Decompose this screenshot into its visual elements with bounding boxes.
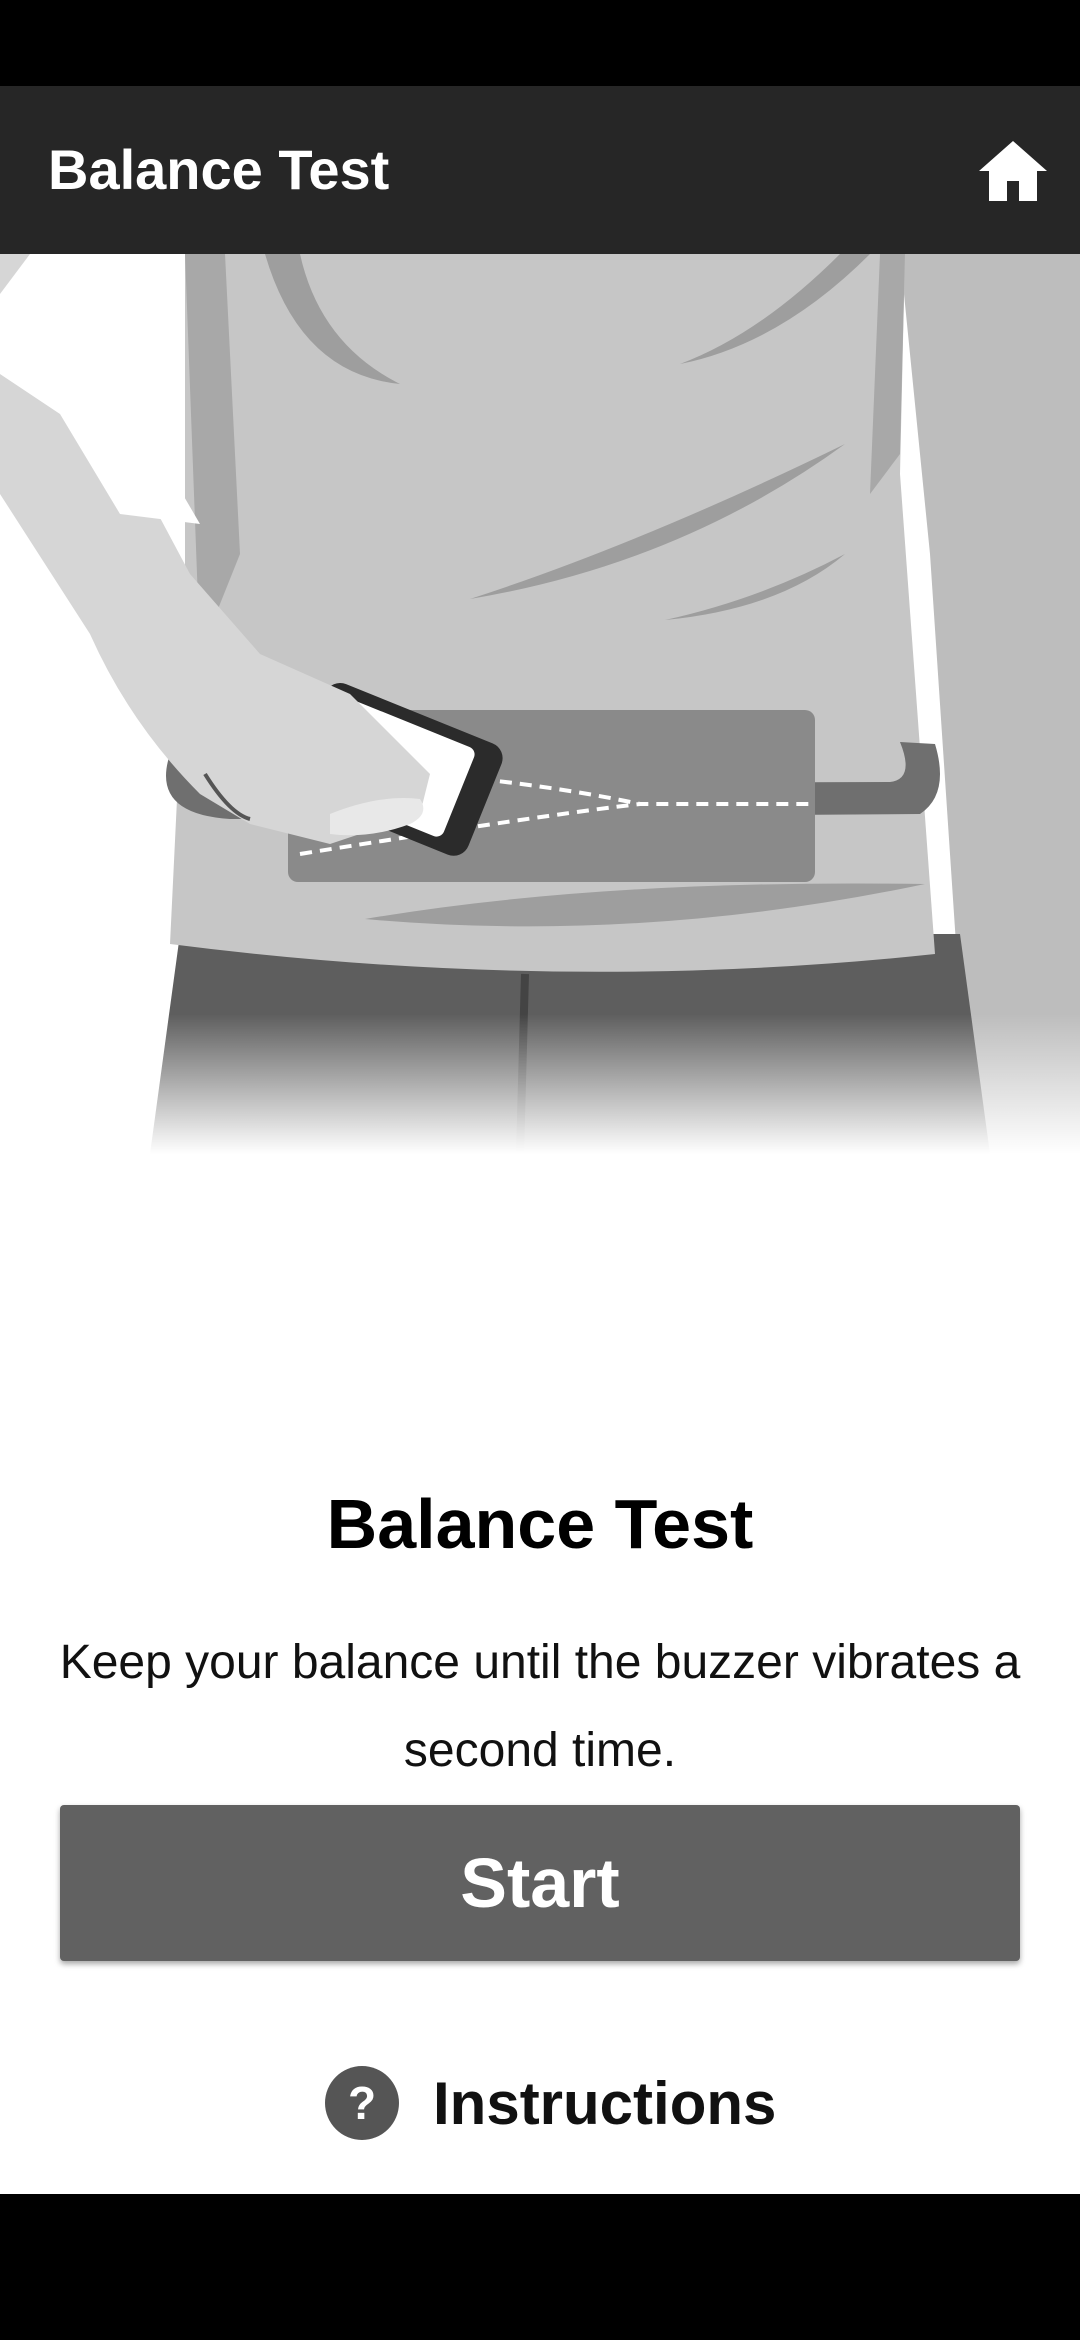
page-title: Balance Test (326, 1485, 754, 1563)
instructions-link[interactable]: ? Instructions (325, 2058, 776, 2148)
content-area: Balance Test Keep your balance until the… (0, 254, 1080, 2194)
hero-illustration (0, 254, 1080, 1154)
home-button[interactable] (968, 126, 1058, 216)
status-bar (0, 0, 1080, 86)
description-text: Keep your balance until the buzzer vibra… (59, 1636, 1021, 1777)
instructions-label: Instructions (433, 2069, 777, 2137)
app-bar: Balance Test (0, 86, 1080, 254)
start-button[interactable]: Start (60, 1805, 1020, 1961)
question-mark-icon: ? (325, 2066, 399, 2140)
navigation-bar (0, 2194, 1080, 2340)
home-icon (979, 141, 1047, 201)
app-bar-title: Balance Test (48, 138, 390, 201)
